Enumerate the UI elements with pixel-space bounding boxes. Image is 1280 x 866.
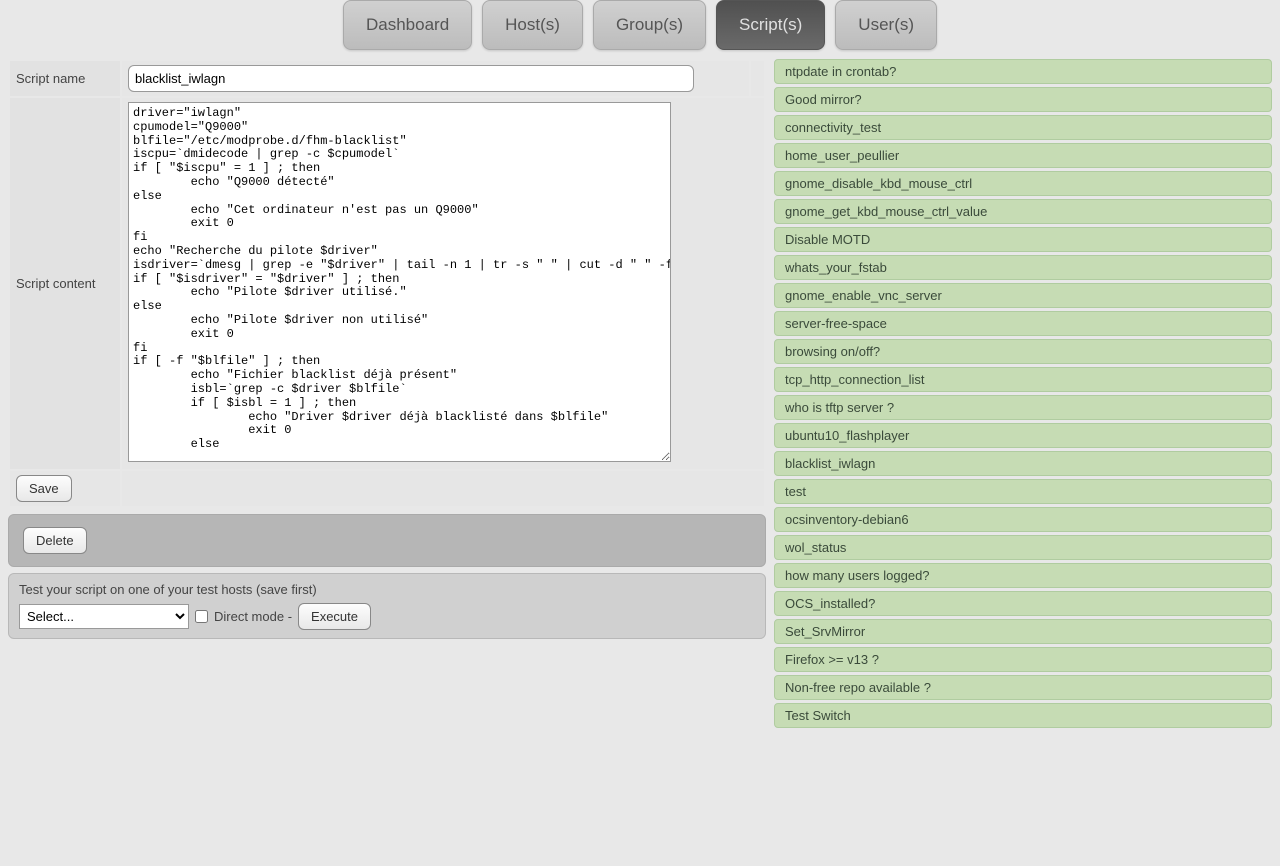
script-list-item[interactable]: gnome_disable_kbd_mouse_ctrl (774, 171, 1272, 196)
script-list-item[interactable]: Test Switch (774, 703, 1272, 728)
tab-hosts[interactable]: Host(s) (482, 0, 583, 50)
delete-button[interactable]: Delete (23, 527, 87, 554)
script-list-item[interactable]: whats_your_fstab (774, 255, 1272, 280)
script-name-input[interactable] (128, 65, 694, 92)
script-list-item[interactable]: tcp_http_connection_list (774, 367, 1272, 392)
script-list-item[interactable]: Good mirror? (774, 87, 1272, 112)
script-list-item[interactable]: gnome_get_kbd_mouse_ctrl_value (774, 199, 1272, 224)
nav-tabs: Dashboard Host(s) Group(s) Script(s) Use… (0, 0, 1280, 51)
tab-groups[interactable]: Group(s) (593, 0, 706, 50)
script-list-item[interactable]: who is tftp server ? (774, 395, 1272, 420)
script-list-item[interactable]: blacklist_iwlagn (774, 451, 1272, 476)
script-list-item[interactable]: test (774, 479, 1272, 504)
test-panel: Test your script on one of your test hos… (8, 573, 766, 639)
script-list-item[interactable]: wol_status (774, 535, 1272, 560)
delete-panel: Delete (8, 514, 766, 567)
script-list-item[interactable]: connectivity_test (774, 115, 1272, 140)
script-list-item[interactable]: Non-free repo available ? (774, 675, 1272, 700)
script-list-item[interactable]: Set_SrvMirror (774, 619, 1272, 644)
test-host-select[interactable]: Select... (19, 604, 189, 629)
script-list-item[interactable]: server-free-space (774, 311, 1272, 336)
save-button[interactable]: Save (16, 475, 72, 502)
tab-scripts[interactable]: Script(s) (716, 0, 825, 50)
script-name-label: Script name (10, 61, 120, 96)
script-list: ntpdate in crontab? Good mirror? connect… (774, 59, 1272, 728)
script-list-item[interactable]: Disable MOTD (774, 227, 1272, 252)
test-panel-title: Test your script on one of your test hos… (19, 582, 755, 597)
script-list-item[interactable]: gnome_enable_vnc_server (774, 283, 1272, 308)
direct-mode-checkbox[interactable] (195, 610, 208, 623)
script-list-item[interactable]: browsing on/off? (774, 339, 1272, 364)
script-list-item[interactable]: home_user_peullier (774, 143, 1272, 168)
script-list-item[interactable]: ntpdate in crontab? (774, 59, 1272, 84)
script-list-item[interactable]: ocsinventory-debian6 (774, 507, 1272, 532)
execute-button[interactable]: Execute (298, 603, 371, 630)
script-list-item[interactable]: ubuntu10_flashplayer (774, 423, 1272, 448)
script-form: Script name Script content Save (8, 59, 766, 508)
script-content-label: Script content (10, 98, 120, 469)
script-list-item[interactable]: how many users logged? (774, 563, 1272, 588)
tab-dashboard[interactable]: Dashboard (343, 0, 472, 50)
script-content-textarea[interactable] (128, 102, 671, 462)
script-list-item[interactable]: OCS_installed? (774, 591, 1272, 616)
direct-mode-label: Direct mode - (214, 609, 292, 624)
tab-users[interactable]: User(s) (835, 0, 937, 50)
script-list-item[interactable]: Firefox >= v13 ? (774, 647, 1272, 672)
